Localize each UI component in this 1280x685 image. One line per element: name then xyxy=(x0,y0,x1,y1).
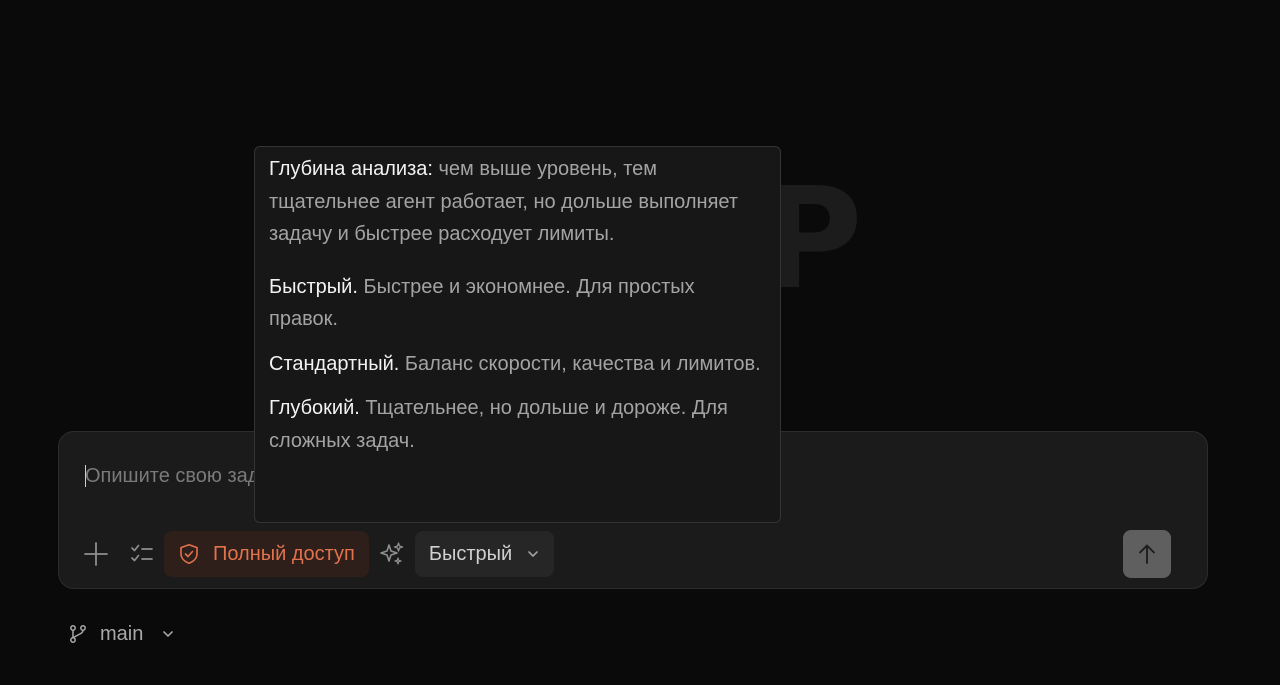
branch-selector[interactable]: main xyxy=(68,620,175,648)
chevron-down-icon xyxy=(161,627,175,641)
tasks-button[interactable] xyxy=(125,537,159,571)
composer-toolbar: Полный доступ Быстрый xyxy=(79,531,555,577)
effort-sparkle-button[interactable] xyxy=(375,537,409,571)
tooltip-option-deep: Глубокий. Тщательнее, но дольше и дороже… xyxy=(269,392,766,457)
analysis-mode-label: Быстрый xyxy=(428,542,513,565)
arrow-up-icon xyxy=(1135,542,1159,566)
checklist-icon xyxy=(130,543,154,565)
tooltip-option-standard: Стандартный. Баланс скорости, качества и… xyxy=(269,348,766,381)
full-access-button[interactable]: Полный доступ xyxy=(164,531,369,577)
analysis-depth-tooltip: Глубина анализа: чем выше уровень, тем т… xyxy=(254,146,781,523)
tooltip-option-title: Стандартный. xyxy=(269,352,400,375)
tooltip-option-fast: Быстрый. Быстрее и экономнее. Для просты… xyxy=(269,271,766,336)
tooltip-intro-title: Глубина анализа: xyxy=(269,158,433,180)
shield-check-icon xyxy=(178,543,200,565)
git-branch-icon xyxy=(68,624,88,644)
plus-icon xyxy=(83,541,109,567)
add-attachment-button[interactable] xyxy=(79,537,113,571)
full-access-label: Полный доступ xyxy=(213,542,355,565)
tooltip-option-title: Глубокий. xyxy=(269,397,360,419)
analysis-mode-dropdown[interactable]: Быстрый xyxy=(414,531,555,577)
tooltip-option-title: Быстрый. xyxy=(269,275,358,298)
app-screen: P Опишите свою задачу Полный доступ Быст… xyxy=(0,0,1280,685)
tooltip-option-text: Баланс скорости, качества и лимитов. xyxy=(399,352,761,375)
sparkles-icon xyxy=(379,541,405,567)
branch-name: main xyxy=(100,622,144,645)
chevron-down-icon xyxy=(526,547,540,561)
tooltip-intro: Глубина анализа: чем выше уровень, тем т… xyxy=(269,153,766,251)
send-button[interactable] xyxy=(1123,530,1171,578)
text-caret xyxy=(85,465,86,487)
